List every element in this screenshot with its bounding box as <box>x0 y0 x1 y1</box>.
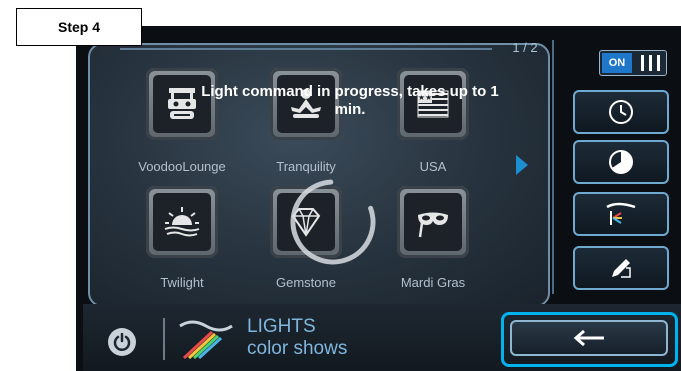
loading-spinner-icon <box>290 179 376 265</box>
power-switch-toggle[interactable]: ON <box>599 50 667 76</box>
edit-pencil-icon <box>612 259 631 278</box>
scene-label-twilight: Twilight <box>160 275 204 290</box>
scene-label-voodoolounge: VoodooLounge <box>138 159 226 174</box>
power-button[interactable] <box>108 328 136 356</box>
footer-title: LIGHTS <box>247 316 316 337</box>
footer-divider <box>163 318 165 360</box>
power-icon <box>113 333 131 351</box>
clock-icon <box>609 100 633 124</box>
edit-button[interactable] <box>573 246 669 290</box>
schedule-button[interactable] <box>573 90 669 134</box>
step-label: Step 4 <box>16 8 142 46</box>
mask-icon <box>418 212 448 238</box>
scene-label-usa: USA <box>419 159 447 174</box>
scene-label-gemstone: Gemstone <box>276 275 336 290</box>
switch-bars-icon <box>638 55 662 71</box>
page-indicator: 1 / 2 <box>512 40 538 55</box>
color-wand-icon <box>179 320 233 360</box>
scene-mardi-gras[interactable] <box>397 186 469 258</box>
footer-subtitle: color shows <box>247 338 348 359</box>
status-message: Light command in progress, takes up to 1… <box>201 83 499 118</box>
sunset-icon <box>164 207 200 237</box>
panel-divider <box>552 40 554 294</box>
timer-button[interactable] <box>573 140 669 184</box>
on-label: ON <box>602 53 632 73</box>
light-beam-icon <box>606 202 636 225</box>
scene-label-mardi-gras: Mardi Gras <box>400 275 466 290</box>
page-progress-line <box>120 48 492 50</box>
light-settings-button[interactable] <box>573 192 669 236</box>
scene-twilight[interactable] <box>146 186 218 258</box>
scene-label-tranquility: Tranquility <box>276 159 336 174</box>
back-arrow-icon <box>573 329 604 347</box>
next-page-arrow-icon[interactable] <box>516 155 528 175</box>
timer-icon <box>609 150 633 174</box>
back-button[interactable] <box>510 320 668 356</box>
